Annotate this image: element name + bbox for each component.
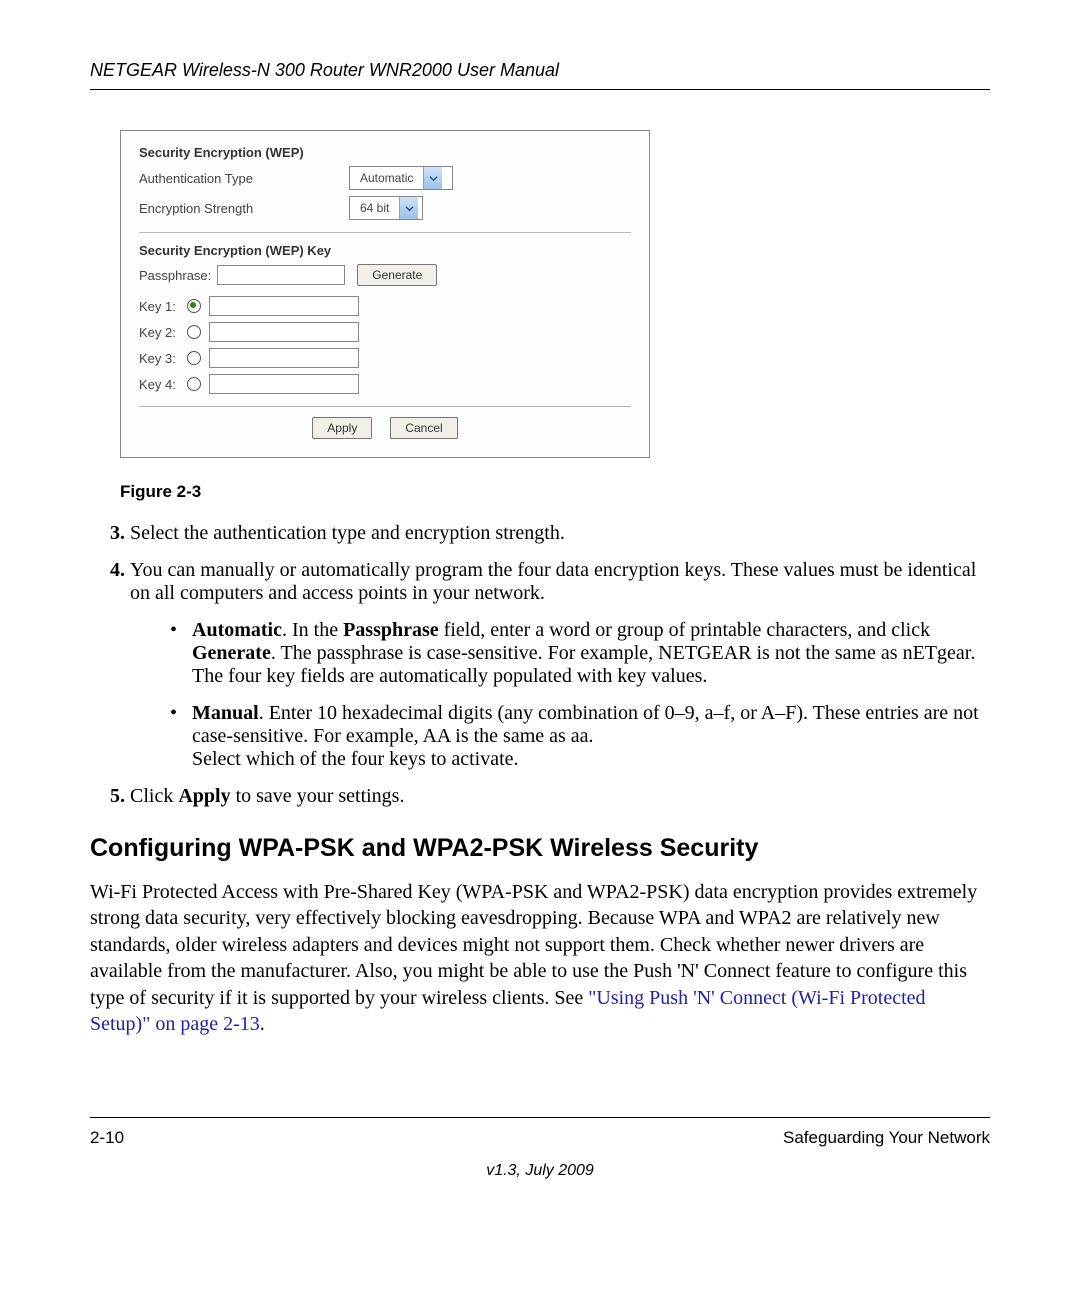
chevron-down-icon — [399, 197, 418, 219]
chapter-title: Safeguarding Your Network — [783, 1128, 990, 1148]
doc-version: v1.3, July 2009 — [90, 1162, 990, 1180]
enc-strength-value: 64 bit — [350, 201, 399, 215]
key2-label: Key 2: — [139, 325, 187, 340]
auth-type-value: Automatic — [350, 171, 423, 185]
key3-label: Key 3: — [139, 351, 187, 366]
figure-screenshot: Security Encryption (WEP) Authentication… — [120, 130, 650, 458]
wep-section-title: Security Encryption (WEP) — [139, 145, 631, 160]
step4-bullet-manual: Manual. Enter 10 hexadecimal digits (any… — [170, 702, 990, 771]
key4-input[interactable] — [209, 374, 359, 394]
key2-radio[interactable] — [187, 325, 201, 339]
step-4: You can manually or automatically progra… — [130, 559, 990, 771]
key3-radio[interactable] — [187, 351, 201, 365]
passphrase-input[interactable] — [217, 265, 345, 285]
key2-input[interactable] — [209, 322, 359, 342]
step-5: Click Apply to save your settings. — [130, 785, 990, 808]
auth-type-label: Authentication Type — [139, 171, 349, 186]
step-3: Select the authentication type and encry… — [130, 522, 990, 545]
key1-label: Key 1: — [139, 299, 187, 314]
key1-input[interactable] — [209, 296, 359, 316]
enc-strength-label: Encryption Strength — [139, 201, 349, 216]
doc-header: NETGEAR Wireless-N 300 Router WNR2000 Us… — [90, 60, 990, 90]
apply-button[interactable]: Apply — [312, 417, 372, 439]
generate-button[interactable]: Generate — [357, 264, 437, 286]
page-number: 2-10 — [90, 1128, 124, 1148]
passphrase-label: Passphrase: — [139, 268, 211, 283]
cancel-button[interactable]: Cancel — [390, 417, 457, 439]
figure-label: Figure 2-3 — [120, 482, 990, 502]
section-heading-wpa: Configuring WPA-PSK and WPA2-PSK Wireles… — [90, 834, 990, 863]
wpa-paragraph: Wi-Fi Protected Access with Pre-Shared K… — [90, 879, 990, 1037]
key3-input[interactable] — [209, 348, 359, 368]
auth-type-select[interactable]: Automatic — [349, 166, 453, 190]
key4-label: Key 4: — [139, 377, 187, 392]
enc-strength-select[interactable]: 64 bit — [349, 196, 423, 220]
chevron-down-icon — [423, 167, 442, 189]
wep-key-section-title: Security Encryption (WEP) Key — [139, 243, 631, 258]
key4-radio[interactable] — [187, 377, 201, 391]
key1-radio[interactable] — [187, 299, 201, 313]
step4-bullet-automatic: Automatic. In the Passphrase field, ente… — [170, 619, 990, 688]
